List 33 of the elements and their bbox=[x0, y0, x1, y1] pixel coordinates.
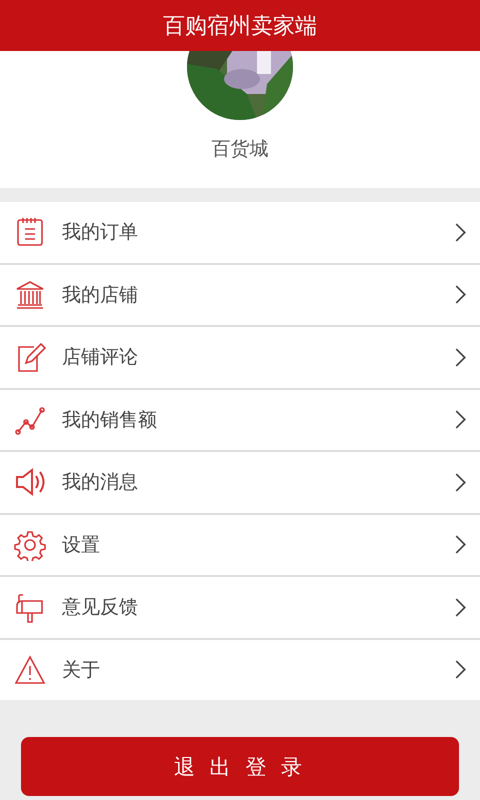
menu-item[interactable]: 我的消息 bbox=[0, 452, 480, 512]
logout-button[interactable]: 退 出 登 录 bbox=[21, 737, 459, 796]
header-title: 百购宿州卖家端 bbox=[163, 12, 317, 40]
menu-label: 关于 bbox=[62, 658, 101, 683]
menu-item[interactable]: 我的店铺 bbox=[0, 264, 480, 325]
clipboard-icon bbox=[14, 216, 46, 248]
chevron-right-icon bbox=[455, 348, 466, 367]
chevron-right-icon bbox=[455, 535, 466, 554]
menu-item[interactable]: 关于 bbox=[0, 640, 480, 700]
chevron-right-icon bbox=[455, 285, 466, 304]
menu-label: 店铺评论 bbox=[62, 345, 139, 370]
menu-item[interactable]: 意见反馈 bbox=[0, 577, 480, 638]
mailbox-icon bbox=[14, 591, 46, 624]
bank-building-icon bbox=[14, 278, 46, 311]
settings-icon bbox=[14, 528, 46, 561]
store-name: 百货城 bbox=[212, 137, 268, 162]
menu-label: 设置 bbox=[62, 532, 101, 558]
menu-label: 我的店铺 bbox=[62, 282, 139, 308]
chevron-right-icon bbox=[455, 598, 466, 617]
chevron-right-icon bbox=[455, 660, 466, 680]
menu-label: 我的订单 bbox=[62, 220, 139, 246]
speaker-icon bbox=[14, 466, 46, 498]
menu-item[interactable]: 设置 bbox=[0, 514, 480, 575]
chevron-right-icon bbox=[455, 222, 466, 242]
menu-label: 我的销售额 bbox=[62, 408, 158, 433]
menu-item[interactable]: 我的销售额 bbox=[0, 390, 480, 450]
chevron-right-icon bbox=[455, 410, 466, 430]
menu-item[interactable]: 店铺评论 bbox=[0, 327, 480, 388]
menu-label: 我的消息 bbox=[62, 470, 139, 496]
menu-item[interactable]: 我的订单 bbox=[0, 202, 480, 262]
chevron-right-icon bbox=[455, 472, 466, 492]
menu-label: 意见反馈 bbox=[62, 595, 139, 620]
warning-icon bbox=[14, 654, 46, 686]
